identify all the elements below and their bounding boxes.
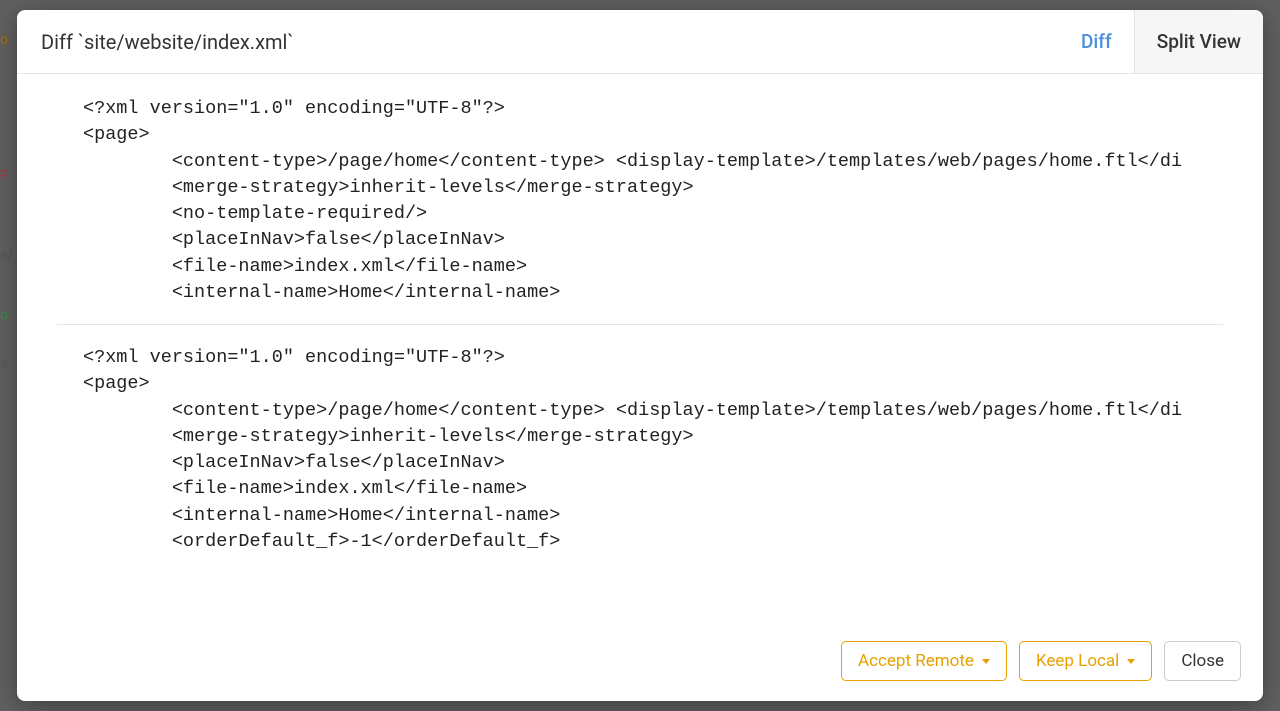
bg-text: e/: [0, 248, 13, 264]
diff-modal: Diff `site/website/index.xml` Diff Split…: [17, 10, 1263, 701]
bg-text: F: [0, 168, 8, 184]
modal-footer: Accept Remote Keep Local Close: [17, 625, 1263, 701]
modal-header: Diff `site/website/index.xml` Diff Split…: [17, 10, 1263, 74]
bg-text: s: [0, 356, 7, 372]
close-label: Close: [1181, 651, 1224, 671]
caret-down-icon: [1127, 659, 1135, 664]
caret-down-icon: [982, 659, 990, 664]
tab-diff[interactable]: Diff: [1058, 10, 1134, 73]
keep-local-label: Keep Local: [1036, 651, 1119, 671]
view-tabs: Diff Split View: [1058, 10, 1263, 73]
diff-pane-bottom: <?xml version="1.0" encoding="UTF-8"?> <…: [57, 345, 1223, 555]
accept-remote-button[interactable]: Accept Remote: [841, 641, 1007, 681]
bg-text: o: [0, 32, 8, 48]
modal-body[interactable]: <?xml version="1.0" encoding="UTF-8"?> <…: [17, 74, 1263, 625]
keep-local-button[interactable]: Keep Local: [1019, 641, 1152, 681]
modal-title: Diff `site/website/index.xml`: [41, 30, 294, 54]
bg-text: o: [0, 307, 8, 323]
tab-split-view[interactable]: Split View: [1134, 10, 1263, 73]
accept-remote-label: Accept Remote: [858, 651, 974, 671]
close-button[interactable]: Close: [1164, 641, 1241, 681]
diff-pane-top: <?xml version="1.0" encoding="UTF-8"?> <…: [57, 96, 1223, 306]
diff-divider: [57, 324, 1223, 325]
